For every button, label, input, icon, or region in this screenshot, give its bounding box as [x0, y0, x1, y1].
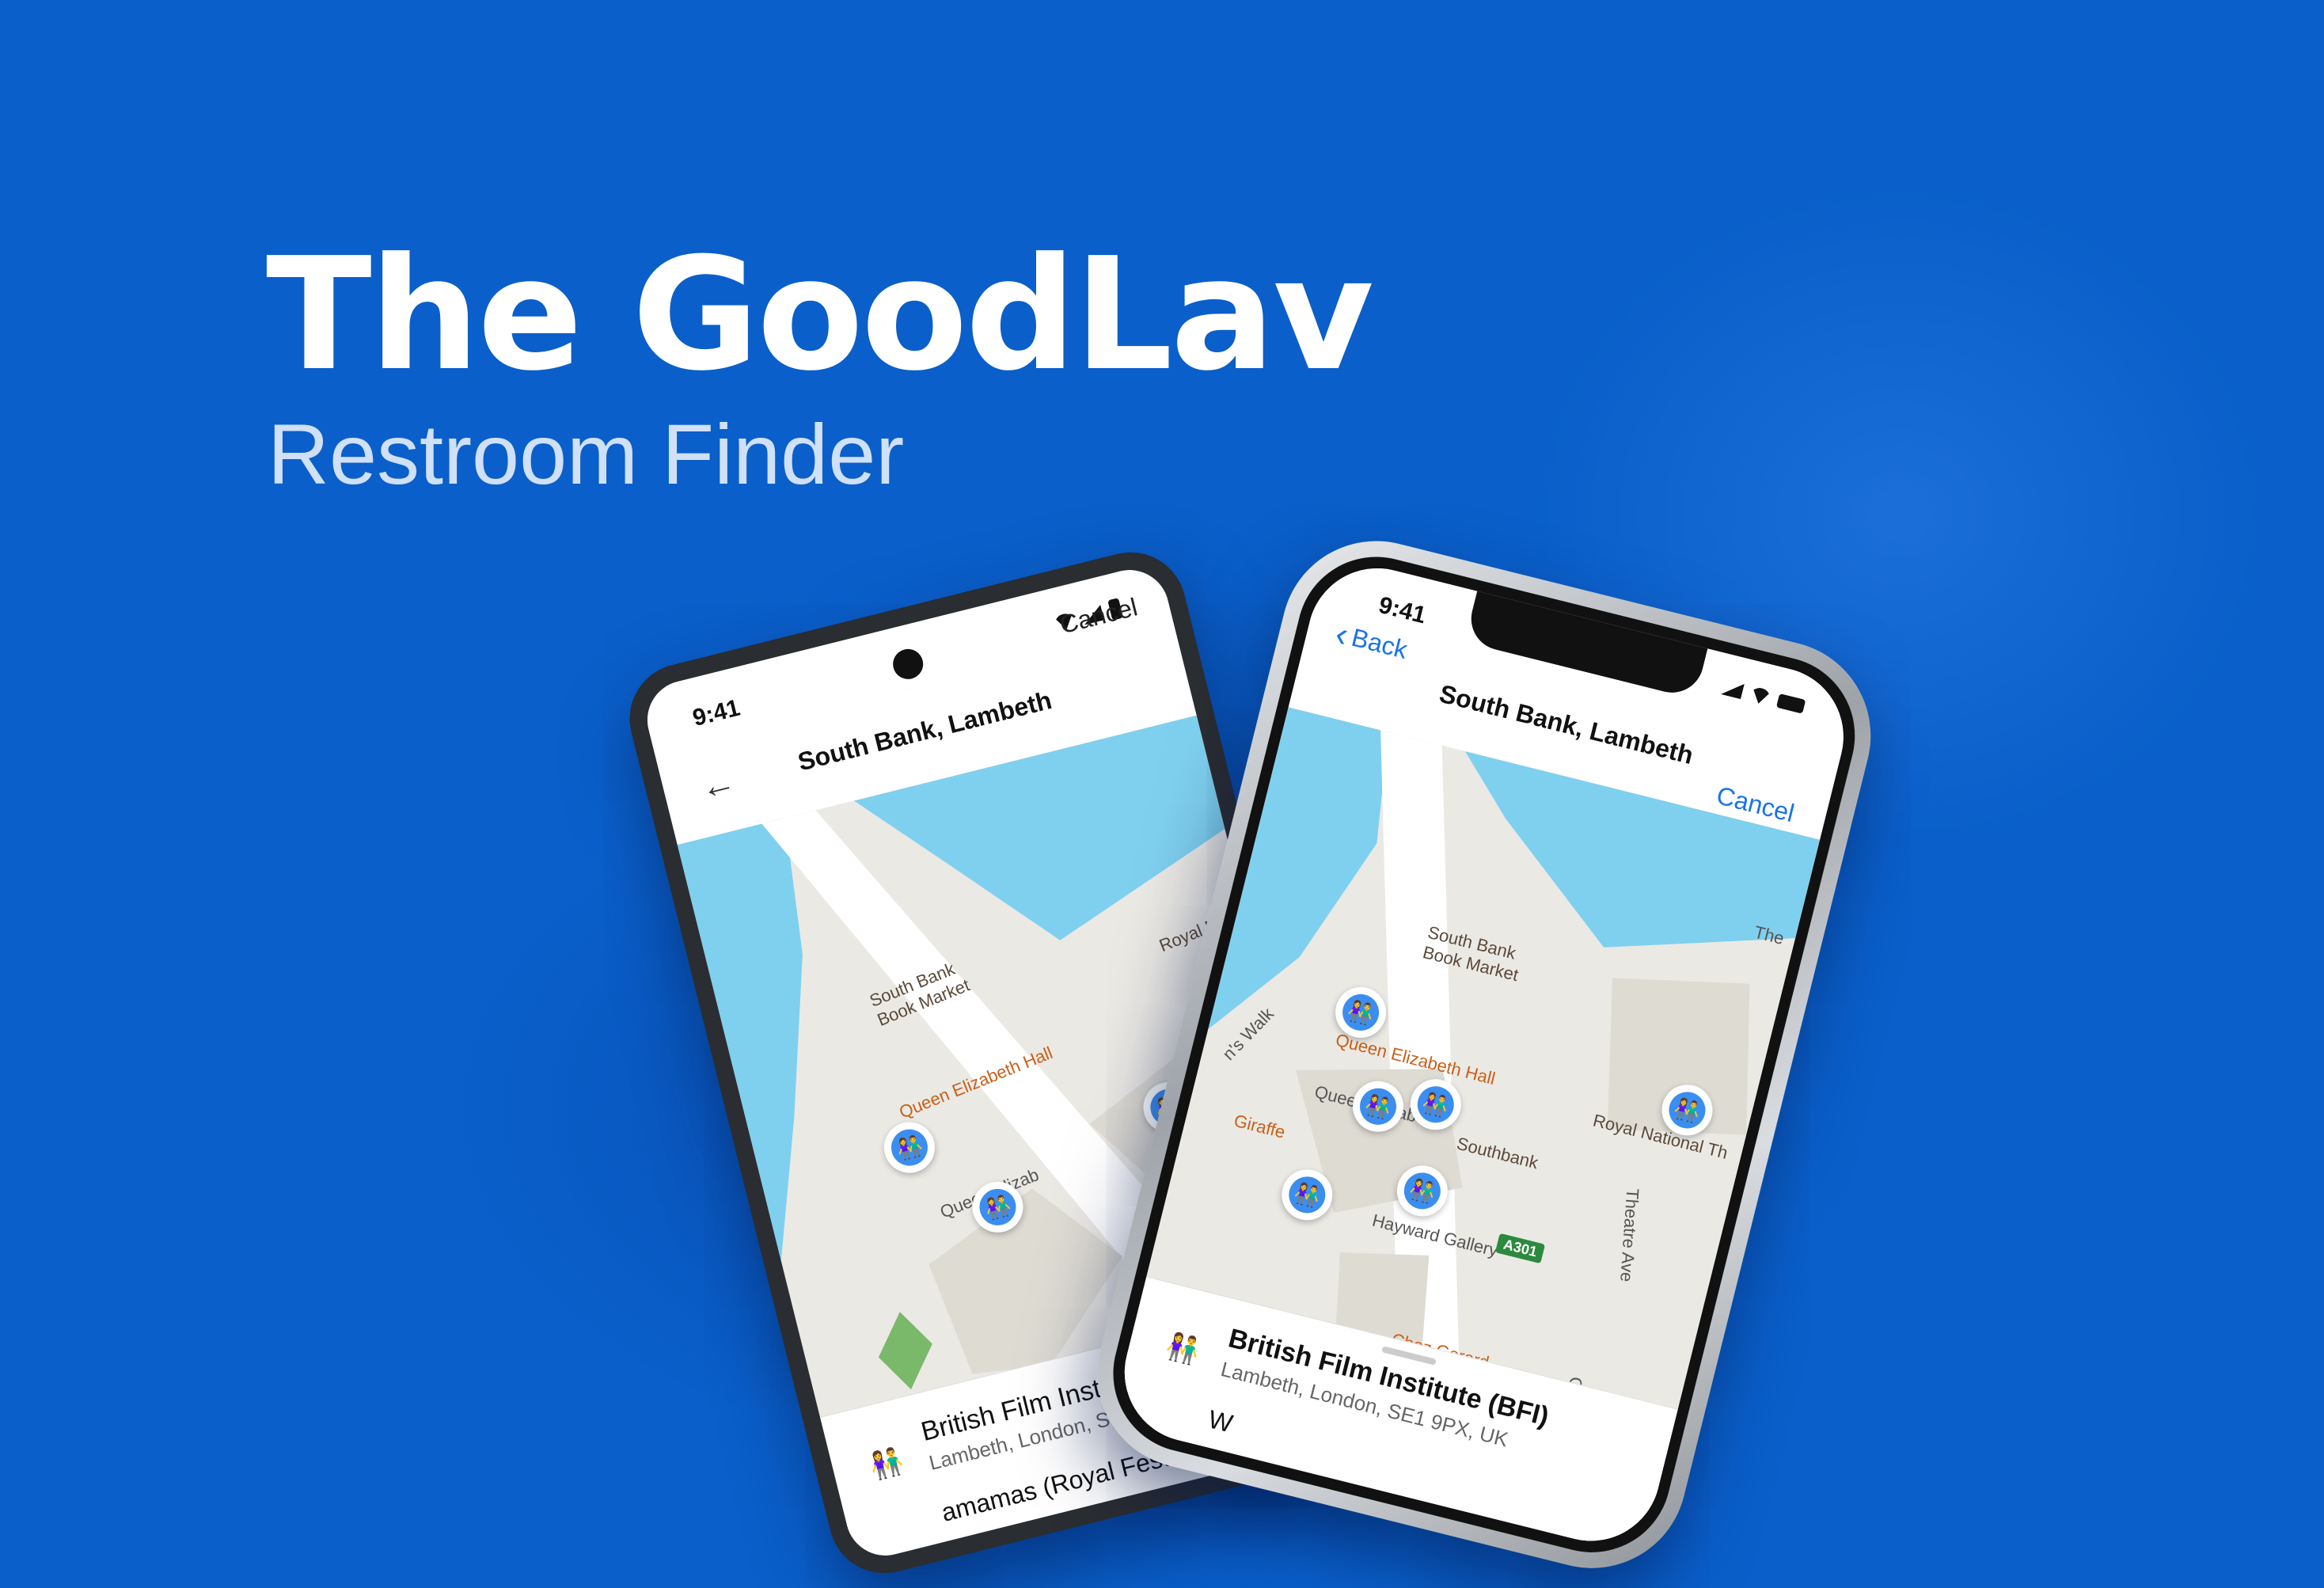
restroom-icon: 👫: [1399, 1168, 1445, 1214]
restroom-icon: 👫: [866, 1445, 906, 1484]
wifi-icon: [1749, 686, 1772, 706]
restroom-icon: 👫: [1163, 1330, 1203, 1368]
camera-punch-hole: [890, 645, 927, 682]
restroom-icon: 👫: [975, 1184, 1020, 1229]
status-time: 9:41: [1376, 591, 1429, 629]
iphone-screen: 9:41 ‹Back South Bank, Lambeth Cancel So…: [1110, 553, 1859, 1556]
battery-icon: [1775, 693, 1806, 714]
page-title: The GoodLav: [266, 225, 1374, 405]
status-icons: [1721, 679, 1806, 715]
restroom-icon: 👫: [1356, 1084, 1400, 1129]
next-result-name[interactable]: W: [1206, 1404, 1236, 1438]
restroom-icon: 👫: [1285, 1172, 1330, 1218]
restroom-icon: 👫: [1665, 1088, 1710, 1133]
status-time: 9:41: [689, 694, 743, 732]
page-subtitle: Restroom Finder: [268, 406, 905, 502]
restroom-icon: 👫: [1413, 1082, 1458, 1127]
restroom-icon: 👫: [887, 1125, 932, 1170]
signal-icon: [1721, 679, 1745, 700]
restroom-icon: 👫: [1339, 990, 1383, 1035]
